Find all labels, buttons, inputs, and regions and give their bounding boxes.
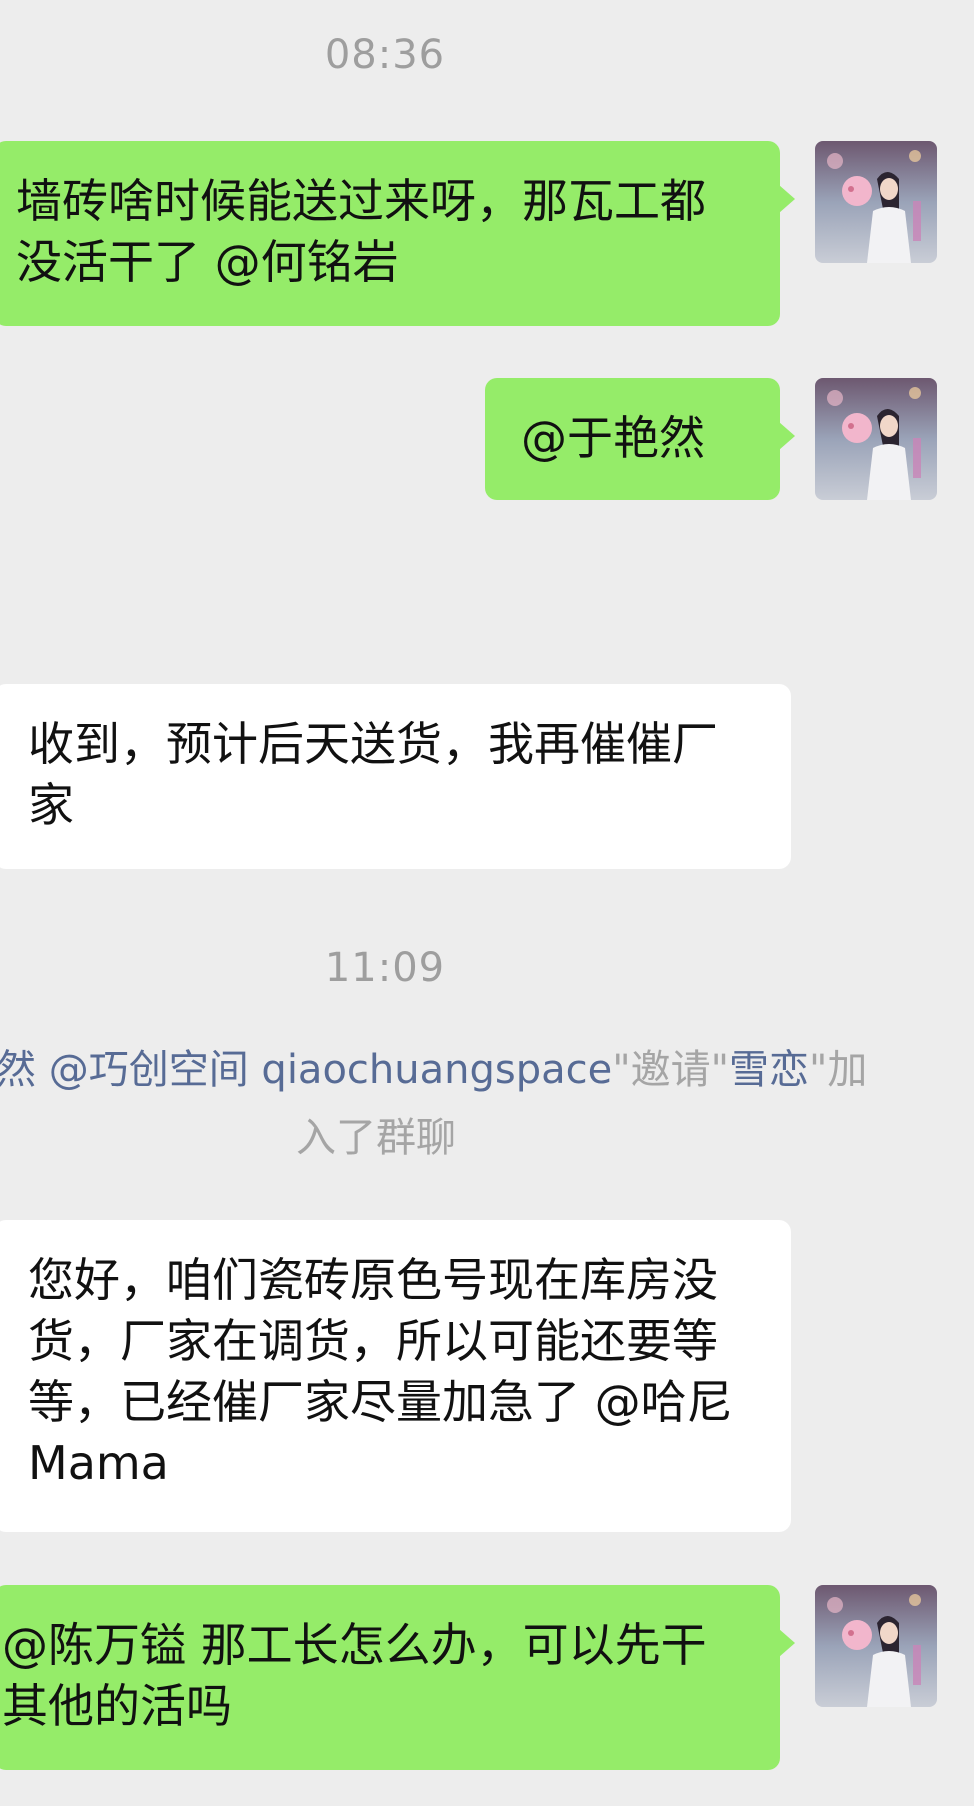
bubble-tail bbox=[779, 1629, 795, 1657]
avatar[interactable] bbox=[815, 141, 937, 263]
avatar-photo-icon bbox=[815, 141, 937, 263]
message-text: 墙砖啥时候能送过来呀，那瓦工都没活干了 @何铭岩 bbox=[16, 174, 706, 289]
message-text: @于艳然 bbox=[521, 411, 705, 465]
message-bubble-received[interactable]: 您好，咱们瓷砖原色号现在库房没货，厂家在调货，所以可能还要等等，已经催厂家尽量加… bbox=[0, 1220, 791, 1532]
message-text: 收到，预计后天送货，我再催催厂家 bbox=[28, 717, 718, 832]
mention-link[interactable]: 然 @巧创空间 qiaochuangspace bbox=[0, 1047, 612, 1093]
message-bubble-sent[interactable]: @陈万镒 那工长怎么办，可以先干其他的活吗 bbox=[0, 1585, 780, 1770]
message-bubble-sent[interactable]: 墙砖啥时候能送过来呀，那瓦工都没活干了 @何铭岩 bbox=[0, 141, 780, 326]
message-bubble-sent[interactable]: @于艳然 bbox=[485, 378, 780, 500]
timestamp: 11:09 bbox=[324, 945, 446, 991]
faint-divider bbox=[0, 578, 770, 624]
avatar[interactable] bbox=[815, 378, 937, 500]
system-notice: 然 @巧创空间 qiaochuangspace"邀请"雪恋"加 bbox=[0, 1036, 876, 1104]
system-notice-line2: 入了群聊 bbox=[296, 1115, 456, 1161]
bubble-tail bbox=[779, 422, 795, 450]
timestamp: 08:36 bbox=[324, 32, 446, 78]
avatar-photo-icon bbox=[815, 1585, 937, 1707]
system-text: "邀请" bbox=[612, 1047, 730, 1093]
system-text: "加 bbox=[809, 1047, 868, 1093]
message-text: 您好，咱们瓷砖原色号现在库房没货，厂家在调货，所以可能还要等等，已经催厂家尽量加… bbox=[28, 1253, 733, 1490]
invitee-link[interactable]: 雪恋 bbox=[729, 1047, 809, 1093]
avatar[interactable] bbox=[815, 1585, 937, 1707]
message-bubble-received[interactable]: 收到，预计后天送货，我再催催厂家 bbox=[0, 684, 791, 869]
bubble-tail bbox=[779, 185, 795, 213]
message-text: @陈万镒 那工长怎么办，可以先干其他的活吗 bbox=[2, 1618, 707, 1733]
avatar-photo-icon bbox=[815, 378, 937, 500]
